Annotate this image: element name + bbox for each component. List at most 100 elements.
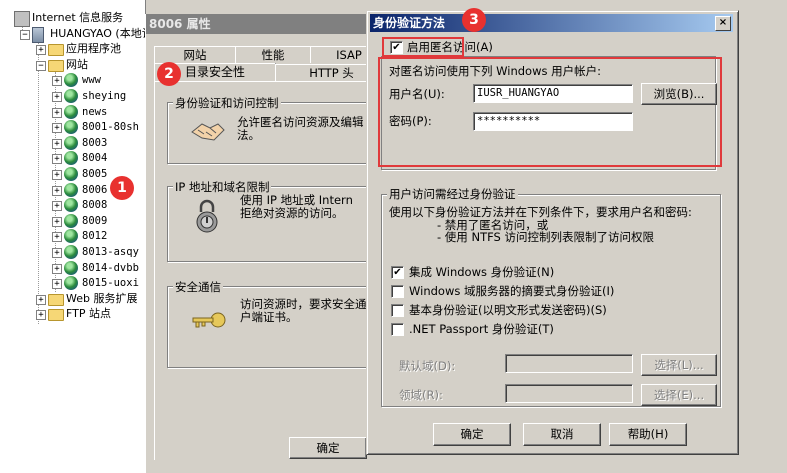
select-domain-button[interactable]: 选择(L)...	[641, 354, 717, 376]
globe-icon	[64, 73, 78, 88]
expand-icon[interactable]: +	[36, 45, 46, 56]
iis-icon	[14, 11, 30, 27]
close-button[interactable]: ×	[715, 16, 731, 31]
expand-icon[interactable]: +	[52, 107, 62, 118]
site-ok-button[interactable]: 确定	[289, 437, 367, 459]
auth-option-label[interactable]: 集成 Windows 身份验证(N)	[409, 265, 554, 279]
globe-icon	[64, 104, 78, 119]
tab-website[interactable]: 网站	[154, 46, 236, 63]
step-badge-2: 2	[157, 62, 181, 86]
tree-item-label: www	[82, 74, 101, 87]
expand-icon[interactable]: +	[36, 294, 46, 305]
expand-icon[interactable]: +	[52, 154, 62, 165]
auth-access-desc: 允许匿名访问资源及编辑 法。	[237, 115, 364, 142]
auth-help-button[interactable]: 帮助(H)	[609, 423, 687, 446]
tree-item-label: Internet 信息服务	[32, 11, 124, 24]
globe-icon	[64, 213, 78, 228]
tree-item-label: 8013-asqy	[82, 246, 139, 258]
globe-icon	[64, 198, 78, 213]
folder-icon	[48, 44, 64, 57]
tree-item-label: FTP 站点	[66, 307, 111, 321]
tree-item-label: sheying	[82, 90, 127, 102]
expand-icon[interactable]: +	[52, 216, 62, 227]
tree-item-label: 8006	[82, 183, 108, 196]
secure-comm-title: 安全通信	[173, 279, 223, 295]
server-icon	[32, 26, 44, 43]
expand-icon[interactable]: +	[52, 76, 62, 87]
collapse-icon[interactable]: −	[36, 60, 46, 71]
auth-option-checkbox[interactable]	[391, 323, 404, 336]
realm-label: 领域(R):	[399, 388, 443, 402]
tree-line	[38, 40, 39, 324]
tree-item-label: 8009	[82, 214, 108, 227]
auth-cancel-button[interactable]: 取消	[523, 423, 601, 446]
tree-item-label: 8012	[82, 230, 108, 243]
globe-icon	[64, 229, 78, 244]
key-icon	[192, 312, 226, 328]
default-domain-field[interactable]	[505, 354, 633, 373]
expand-icon[interactable]: +	[52, 279, 62, 290]
handshake-icon	[191, 123, 225, 141]
expand-icon[interactable]: +	[52, 123, 62, 134]
expand-icon[interactable]: +	[52, 232, 62, 243]
expand-icon[interactable]: +	[52, 170, 62, 180]
auth-ok-button[interactable]: 确定	[433, 423, 511, 446]
secure-comm-desc: 访问资源时，要求安全通 户端证书。	[240, 297, 367, 324]
ip-restriction-desc: 使用 IP 地址或 Intern 拒绝对资源的访问。	[240, 193, 353, 220]
auth-dialog-title: 身份验证方法	[373, 16, 446, 30]
expand-icon[interactable]: +	[52, 248, 62, 258]
globe-icon	[64, 151, 78, 166]
auth-option-checkbox[interactable]	[391, 285, 404, 298]
realm-field[interactable]	[505, 384, 633, 403]
globe-icon	[64, 276, 78, 291]
tree-item-label: 8014-dvbb	[82, 261, 139, 274]
step-badge-1: 1	[110, 176, 134, 200]
globe-icon	[64, 120, 78, 135]
expand-icon[interactable]: +	[52, 263, 62, 274]
tree-item-label: news	[82, 105, 108, 118]
tree-item-label: 8015-uoxi	[82, 277, 139, 290]
site-dialog-title: 8006 属性	[149, 17, 211, 31]
site-properties-dialog: 8006 属性 网站 性能 ISAP 目录安全性 HTTP 头 身份验证和访问控…	[145, 14, 388, 473]
auth-option-label[interactable]: 基本身份验证(以明文形式发送密码)(S)	[409, 303, 607, 317]
tree-panel: Internet 信息服务 − HUANGYAO (本地计 + 应用程序池 − 网站 + www…	[0, 0, 146, 473]
expand-icon[interactable]: +	[52, 201, 62, 212]
tab-performance[interactable]: 性能	[235, 46, 311, 63]
tree-item-label: Web 服务扩展	[66, 291, 138, 305]
tree-item-label: 8003	[82, 136, 108, 149]
globe-icon	[64, 245, 78, 259]
padlock-icon	[196, 199, 218, 233]
auth-option-label[interactable]: .NET Passport 身份验证(T)	[409, 322, 554, 336]
globe-icon	[64, 182, 78, 197]
check-icon: ✔	[393, 267, 402, 278]
expand-icon[interactable]: +	[52, 92, 62, 102]
tree-item-label: 8005	[82, 168, 108, 180]
highlight-anon-checkbox	[382, 37, 464, 57]
select-realm-button[interactable]: 选择(E)...	[641, 384, 717, 406]
auth-dialog-titlebar[interactable]: 身份验证方法 ×	[370, 14, 733, 32]
globe-icon	[64, 135, 78, 150]
auth-group-title: 用户访问需经过身份验证	[387, 186, 518, 202]
tree-item-label: 网站	[66, 57, 88, 71]
folder-icon	[48, 309, 64, 322]
auth-option-label[interactable]: Windows 域服务器的摘要式身份验证(I)	[409, 284, 614, 298]
globe-icon	[64, 167, 78, 181]
folder-icon	[48, 293, 64, 306]
expand-icon[interactable]: +	[52, 185, 62, 196]
folder-icon	[48, 59, 64, 72]
globe-icon	[64, 260, 78, 275]
auth-condition-2: - 使用 NTFS 访问控制列表限制了访问权限	[437, 230, 654, 244]
collapse-icon[interactable]: −	[20, 29, 30, 40]
expand-icon[interactable]: +	[36, 310, 46, 321]
auth-option-checkbox[interactable]: ✔	[391, 266, 404, 279]
site-dialog-titlebar[interactable]: 8006 属性	[146, 14, 386, 34]
tree-item-label: HUANGYAO (本地计	[50, 26, 146, 40]
auth-option-checkbox[interactable]	[391, 304, 404, 317]
tree-item-label: 8001-80sh	[82, 121, 139, 134]
highlight-anon-account	[378, 57, 722, 167]
tree-line	[55, 72, 56, 292]
expand-icon[interactable]: +	[52, 138, 62, 149]
auth-access-title: 身份验证和访问控制	[173, 95, 281, 111]
globe-icon	[64, 89, 78, 103]
tree-item-label: 8008	[82, 199, 108, 212]
